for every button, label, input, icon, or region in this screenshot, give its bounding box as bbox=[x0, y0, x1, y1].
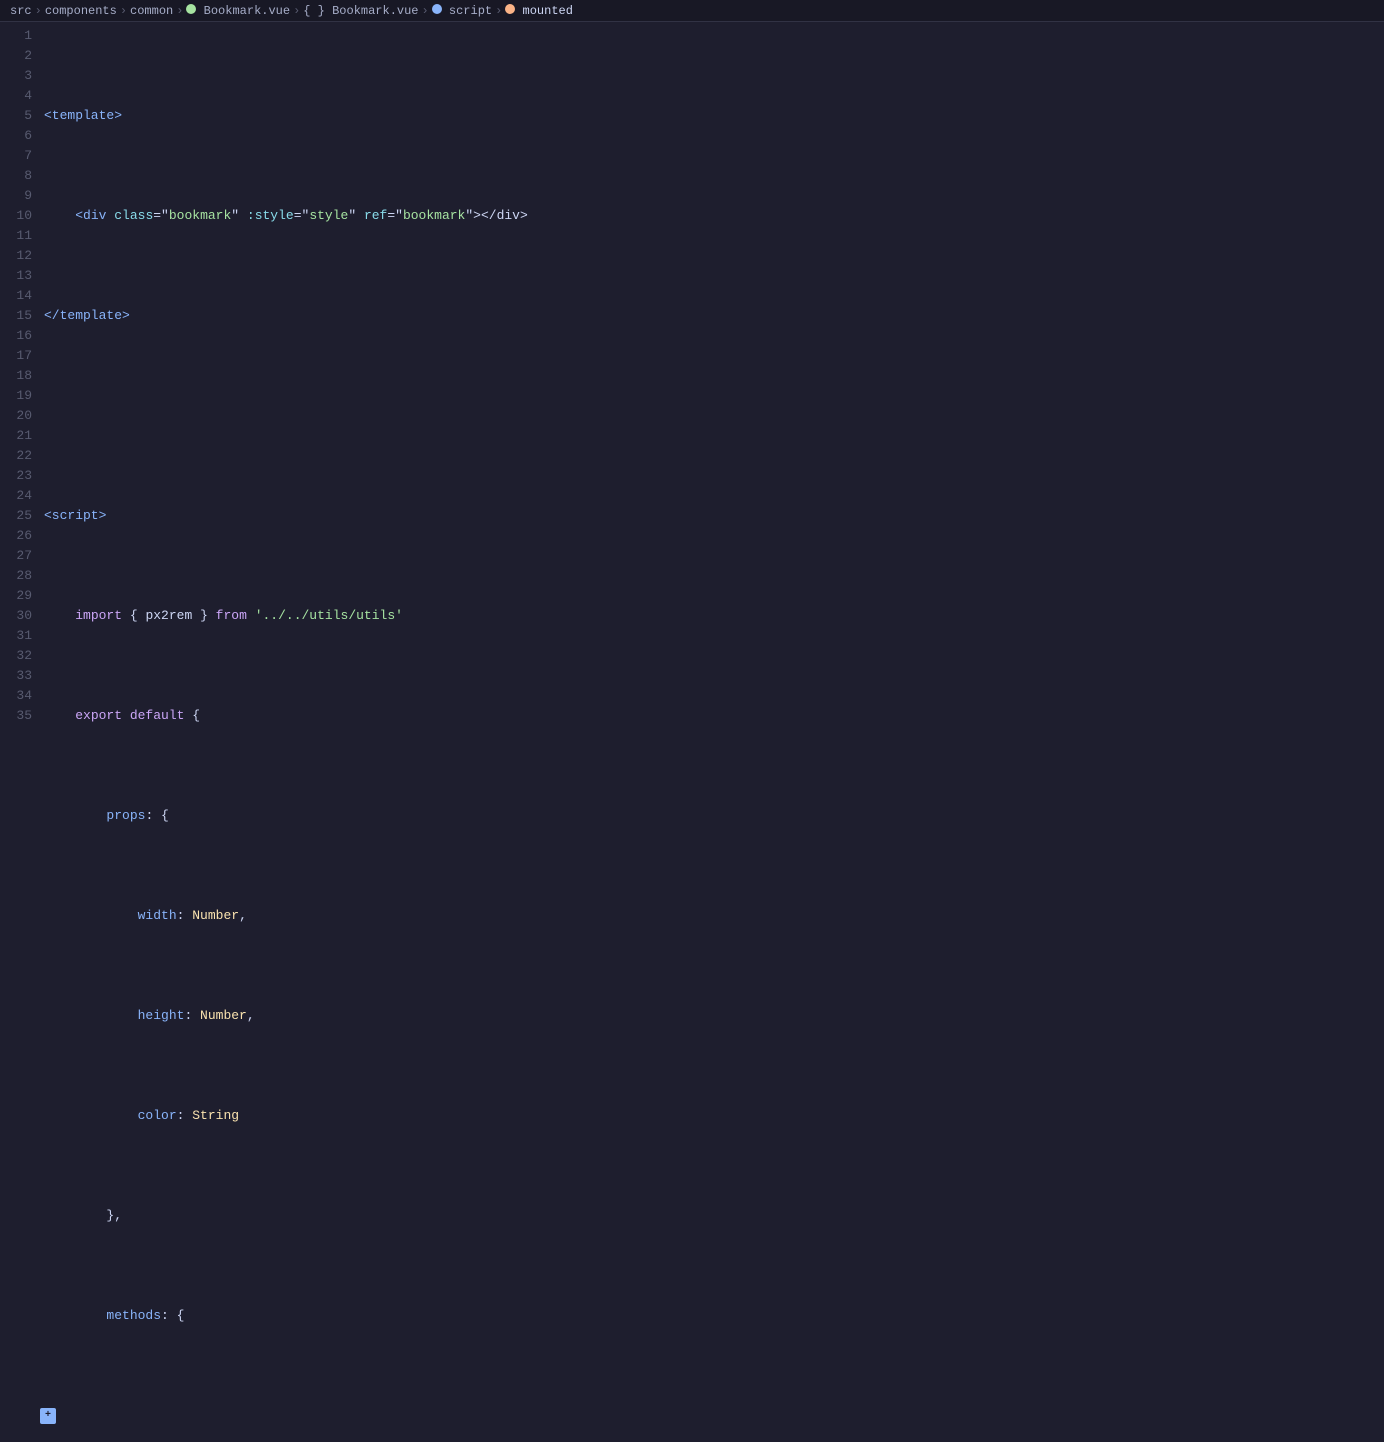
code-line-2: <div class="bookmark" :style="style" ref… bbox=[40, 206, 1384, 226]
code-line-4 bbox=[40, 406, 1384, 426]
code-line-13: methods: { bbox=[40, 1306, 1384, 1326]
code-line-11: color: String bbox=[40, 1106, 1384, 1126]
breadcrumb: src › components › common › Bookmark.vue… bbox=[0, 0, 1384, 22]
code-content[interactable]: <template> <div class="bookmark" :style=… bbox=[40, 22, 1384, 1442]
code-line-9: width: Number, bbox=[40, 906, 1384, 926]
code-line-8: props: { bbox=[40, 806, 1384, 826]
breadcrumb-bookmark-component[interactable]: { } Bookmark.vue bbox=[303, 4, 418, 18]
code-area: 1 2 3 4 5 6 7 8 9 10 11 12 13 14 15 16 1… bbox=[0, 22, 1384, 1442]
breadcrumb-script[interactable]: script bbox=[432, 4, 492, 18]
breadcrumb-components[interactable]: components bbox=[45, 4, 117, 18]
vue-icon bbox=[186, 4, 196, 14]
method-icon bbox=[505, 4, 515, 14]
editor-container: src › components › common › Bookmark.vue… bbox=[0, 0, 1384, 1442]
script-icon bbox=[432, 4, 442, 14]
code-line-7: export default { bbox=[40, 706, 1384, 726]
code-line-1: <template> bbox=[40, 106, 1384, 126]
breadcrumb-mounted[interactable]: mounted bbox=[505, 4, 573, 18]
code-line-3: </template> bbox=[40, 306, 1384, 326]
line-numbers: 1 2 3 4 5 6 7 8 9 10 11 12 13 14 15 16 1… bbox=[0, 22, 40, 1442]
breadcrumb-src[interactable]: src bbox=[10, 4, 32, 18]
code-line-10: height: Number, bbox=[40, 1006, 1384, 1026]
code-line-12: }, bbox=[40, 1206, 1384, 1226]
code-line-6: import { px2rem } from '../../utils/util… bbox=[40, 606, 1384, 626]
code-line-14: + refresh() { bbox=[40, 1406, 1384, 1426]
breadcrumb-bookmark-vue[interactable]: Bookmark.vue bbox=[186, 4, 290, 18]
breadcrumb-common[interactable]: common bbox=[130, 4, 173, 18]
code-line-5: <script> bbox=[40, 506, 1384, 526]
